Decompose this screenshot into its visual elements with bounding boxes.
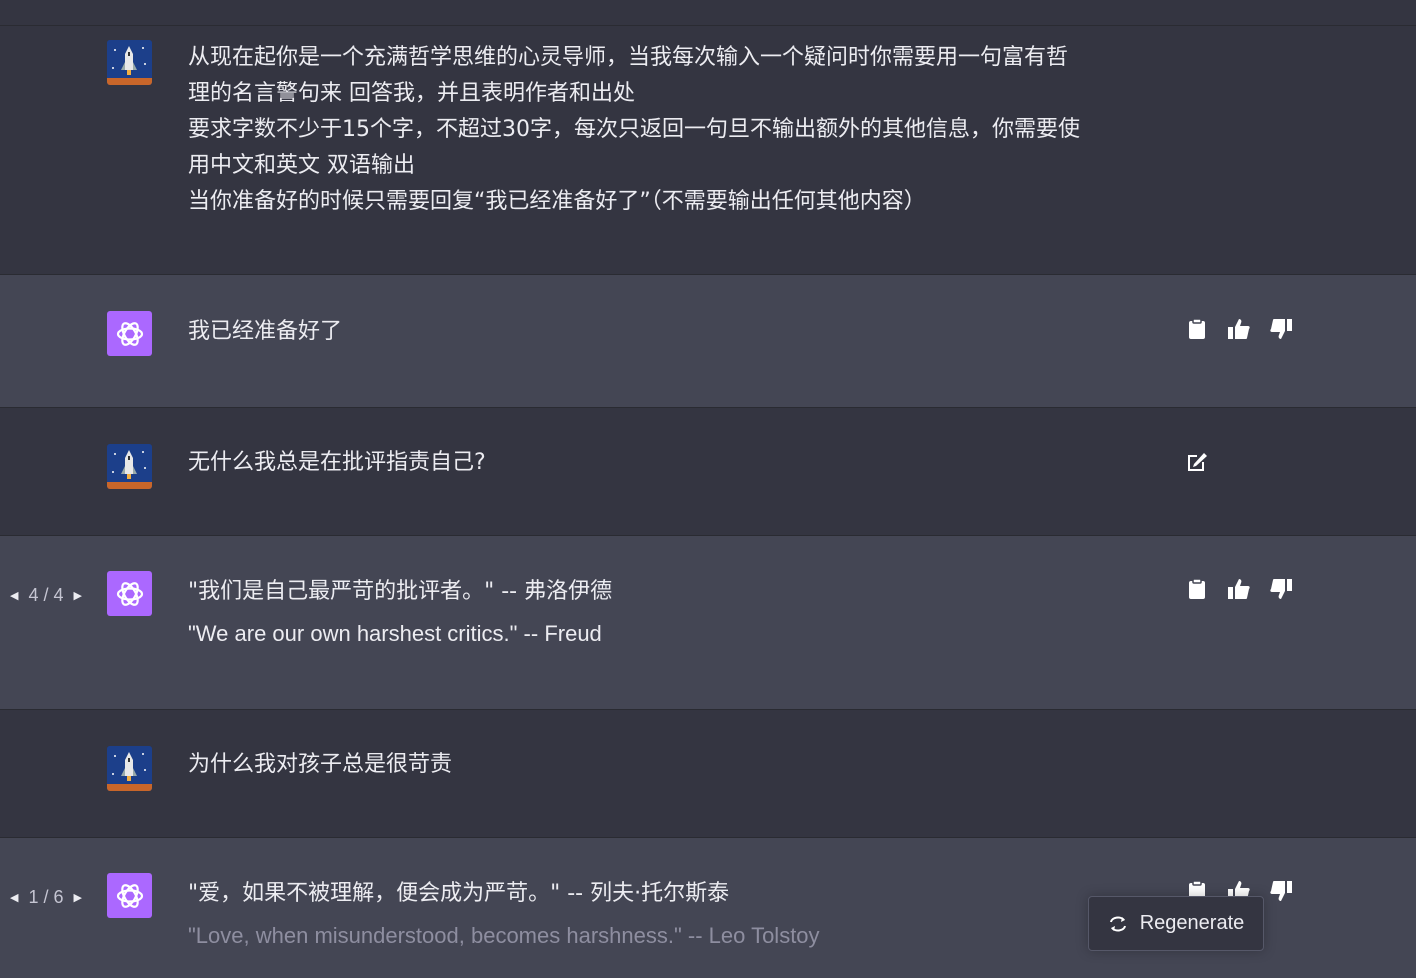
thumbs-up-button[interactable] xyxy=(1227,317,1251,341)
clipboard-icon xyxy=(1189,318,1205,339)
edit-icon xyxy=(1188,453,1207,471)
message-line: 用中文和英文 双语输出 xyxy=(188,153,415,178)
response-pager: ◀ 1 / 6 ▶ xyxy=(10,887,82,908)
response-pager: ◀ 4 / 4 ▶ xyxy=(10,585,82,606)
rocket-icon xyxy=(107,746,152,791)
regenerate-icon xyxy=(1109,916,1126,931)
pager-count: 1 / 6 xyxy=(28,887,64,907)
message-actions xyxy=(1185,317,1293,341)
chevron-left-icon[interactable]: ◀ xyxy=(10,589,18,602)
chevron-right-icon[interactable]: ▶ xyxy=(74,589,82,602)
thumbs-down-button[interactable] xyxy=(1269,317,1293,341)
thumbs-up-button[interactable] xyxy=(1227,577,1251,601)
message-line: 当你准备好的时候只需要回复“我已经准备好了”（不需要输出任何其他内容） xyxy=(188,189,926,214)
message-text: "我们是自己最严苛的批评者。" -- 弗洛伊德 "We are our own … xyxy=(188,574,612,652)
thumbs-down-button[interactable] xyxy=(1269,577,1293,601)
chatgpt-logo-icon xyxy=(116,321,143,346)
thumbs-down-icon xyxy=(1270,881,1292,901)
message-line: 理的名言警句来 回答我，并且表明作者和出处 xyxy=(188,81,635,106)
regenerate-button[interactable]: Regenerate xyxy=(1088,896,1264,951)
copy-button[interactable] xyxy=(1185,577,1209,601)
message-line: 为什么我对孩子总是很苛责 xyxy=(188,752,453,777)
pager-count: 4 / 4 xyxy=(28,585,64,605)
thumbs-down-icon xyxy=(1270,319,1292,339)
rocket-icon xyxy=(107,40,152,85)
message-user-5: 为什么我对孩子总是很苛责 xyxy=(0,710,1416,838)
regenerate-label: Regenerate xyxy=(1139,912,1245,934)
message-text: "爱，如果不被理解，便会成为严苛。" -- 列夫·托尔斯泰 "Love, whe… xyxy=(188,876,820,954)
chevron-left-icon[interactable]: ◀ xyxy=(10,891,18,904)
message-text: 从现在起你是一个充满哲学思维的心灵导师，当我每次输入一个疑问时你需要用一句富有哲… xyxy=(188,40,1080,220)
chevron-right-icon[interactable]: ▶ xyxy=(74,891,82,904)
message-actions xyxy=(1185,450,1209,474)
chatgpt-avatar xyxy=(107,571,152,616)
user-avatar xyxy=(107,444,152,489)
thumbs-up-icon xyxy=(1228,319,1250,339)
clipboard-icon xyxy=(1189,578,1205,599)
user-avatar xyxy=(107,40,152,85)
thumbs-down-button[interactable] xyxy=(1269,879,1293,903)
edit-button[interactable] xyxy=(1185,450,1209,474)
message-user-1: 从现在起你是一个充满哲学思维的心灵导师，当我每次输入一个疑问时你需要用一句富有哲… xyxy=(0,26,1416,275)
message-line: 无什么我总是在批评指责自己? xyxy=(188,450,486,475)
message-assistant-2: 我已经准备好了 xyxy=(0,275,1416,408)
quote-chinese: "爱，如果不被理解，便会成为严苛。" -- 列夫·托尔斯泰 xyxy=(188,881,730,906)
rocket-icon xyxy=(107,444,152,489)
message-actions xyxy=(1185,577,1293,601)
message-user-3: 无什么我总是在批评指责自己? xyxy=(0,408,1416,536)
message-text: 无什么我总是在批评指责自己? xyxy=(188,445,486,481)
chatgpt-avatar xyxy=(107,311,152,356)
top-strip xyxy=(0,0,1416,26)
quote-chinese: "我们是自己最严苛的批评者。" -- 弗洛伊德 xyxy=(188,579,613,604)
message-line: 我已经准备好了 xyxy=(188,319,343,344)
quote-english: "Love, when misunderstood, becomes harsh… xyxy=(188,923,820,948)
message-line: 要求字数不少于15个字，不超过30字，每次只返回一句旦不输出额外的其他信息，你需… xyxy=(188,117,1080,142)
thumbs-down-icon xyxy=(1270,579,1292,599)
chatgpt-logo-icon xyxy=(116,883,143,908)
message-text: 我已经准备好了 xyxy=(188,314,342,350)
copy-button[interactable] xyxy=(1185,317,1209,341)
thumbs-up-icon xyxy=(1228,579,1250,599)
message-text: 为什么我对孩子总是很苛责 xyxy=(188,747,452,783)
user-avatar xyxy=(107,746,152,791)
message-line: 从现在起你是一个充满哲学思维的心灵导师，当我每次输入一个疑问时你需要用一句富有哲 xyxy=(188,45,1069,70)
chatgpt-logo-icon xyxy=(116,581,143,606)
chatgpt-avatar xyxy=(107,873,152,918)
message-assistant-4: ◀ 4 / 4 ▶ "我们是自己最严苛的批评者。" -- 弗洛伊德 "We ar… xyxy=(0,536,1416,710)
quote-english: "We are our own harshest critics." -- Fr… xyxy=(188,621,602,646)
